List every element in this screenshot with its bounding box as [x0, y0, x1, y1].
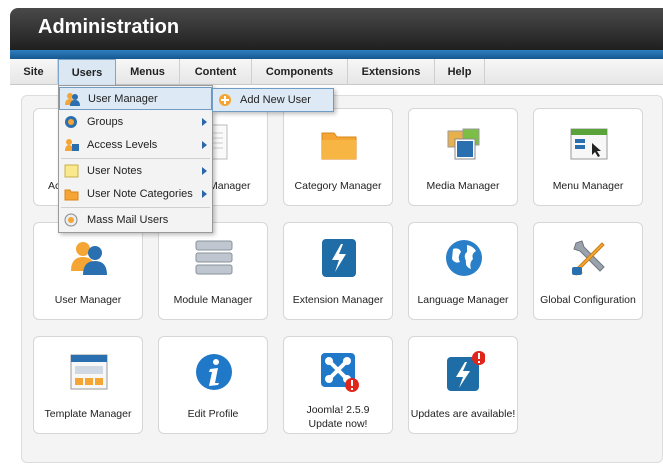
note-categories-icon	[64, 189, 79, 201]
dropdown-item-label: Access Levels	[87, 139, 158, 151]
tile-label: Edit Profile	[187, 408, 239, 420]
dropdown-item-user-notes[interactable]: User Notes	[59, 160, 212, 183]
dropdown-item-label: User Note Categories	[87, 188, 193, 200]
submenu-add-new-user[interactable]: Add New User	[212, 88, 334, 112]
info-icon	[196, 354, 232, 390]
joomla-update-icon	[321, 353, 359, 392]
tile-label: Updates are available!	[410, 408, 516, 420]
tile-edit-profile[interactable]: Edit Profile	[158, 336, 268, 434]
dropdown-item-label: Mass Mail Users	[87, 214, 169, 226]
tile-label-line2: Update now!	[308, 418, 368, 430]
tile-media-manager[interactable]: Media Manager	[408, 108, 518, 206]
tile-label: Menu Manager	[552, 180, 624, 192]
dropdown-item-mass-mail-users[interactable]: Mass Mail Users	[59, 209, 212, 232]
template-icon	[70, 354, 108, 390]
media-icon	[447, 128, 480, 160]
menu-menus[interactable]: Menus	[116, 59, 180, 85]
tile-label: Global Configuration	[540, 294, 636, 306]
users-icon	[71, 242, 107, 275]
dropdown-item-label: User Notes	[87, 165, 143, 177]
tile-label: Media Manager	[426, 180, 500, 192]
dropdown-item-label: User Manager	[88, 93, 158, 105]
chevron-right-icon	[202, 118, 207, 126]
header-accent-line	[10, 50, 663, 59]
submenu-label: Add New User	[240, 94, 311, 106]
tile-updates-available[interactable]: Updates are available!	[408, 336, 518, 434]
tools-icon	[572, 240, 605, 276]
users-dropdown-menu: User Manager Groups Access Levels User N…	[58, 85, 213, 233]
tile-label: Language Manager	[417, 294, 509, 306]
user-icon	[65, 93, 80, 106]
notes-icon	[64, 164, 79, 178]
update-alert-icon	[447, 351, 485, 391]
tile-module-manager[interactable]: Module Manager	[158, 222, 268, 320]
tile-category-manager[interactable]: Category Manager	[283, 108, 393, 206]
globe-icon	[446, 240, 482, 276]
menu-window-icon	[570, 128, 608, 160]
tile-global-configuration[interactable]: Global Configuration	[533, 222, 643, 320]
tile-language-manager[interactable]: Language Manager	[408, 222, 518, 320]
tile-label: Extension Manager	[292, 294, 384, 306]
dropdown-item-user-note-categories[interactable]: User Note Categories	[59, 183, 212, 206]
tile-label-line1: Joomla! 2.5.9	[306, 404, 370, 416]
tile-label: Module Manager	[173, 294, 253, 306]
groups-icon	[65, 116, 77, 128]
menu-content[interactable]: Content	[180, 59, 252, 85]
lightning-icon	[322, 239, 356, 277]
folder-icon	[321, 132, 357, 160]
access-levels-icon	[65, 139, 79, 151]
chevron-right-icon	[202, 167, 207, 175]
tile-menu-manager[interactable]: Menu Manager	[533, 108, 643, 206]
menu-extensions[interactable]: Extensions	[348, 59, 435, 85]
tile-label: User Manager	[54, 294, 122, 306]
tile-user-manager[interactable]: User Manager	[33, 222, 143, 320]
menu-site[interactable]: Site	[10, 59, 58, 85]
dropdown-divider	[61, 158, 210, 159]
tile-extension-manager[interactable]: Extension Manager	[283, 222, 393, 320]
chevron-right-icon	[202, 190, 207, 198]
tile-label: Manager	[209, 180, 251, 192]
dropdown-item-label: Groups	[87, 116, 124, 128]
tile-joomla-update[interactable]: Joomla! 2.5.9 Update now!	[283, 336, 393, 434]
dropdown-item-user-manager[interactable]: User Manager	[59, 87, 212, 110]
modules-icon	[195, 240, 233, 275]
page-title: Administration	[38, 16, 180, 38]
add-icon	[219, 94, 231, 106]
mail-icon	[64, 213, 78, 227]
dropdown-item-groups[interactable]: Groups	[59, 111, 212, 134]
tile-template-manager[interactable]: Template Manager	[33, 336, 143, 434]
main-menu-bar: Site Users Menus Content Components Exte…	[10, 59, 663, 85]
chevron-right-icon	[202, 141, 207, 149]
dropdown-divider	[61, 207, 210, 208]
dropdown-item-access-levels[interactable]: Access Levels	[59, 134, 212, 157]
menu-help[interactable]: Help	[435, 59, 485, 85]
tile-label: Template Manager	[44, 408, 132, 420]
menu-components[interactable]: Components	[252, 59, 348, 85]
tile-label: Category Manager	[294, 180, 382, 192]
header-bar: Administration	[10, 8, 663, 50]
menu-users[interactable]: Users	[58, 59, 116, 85]
